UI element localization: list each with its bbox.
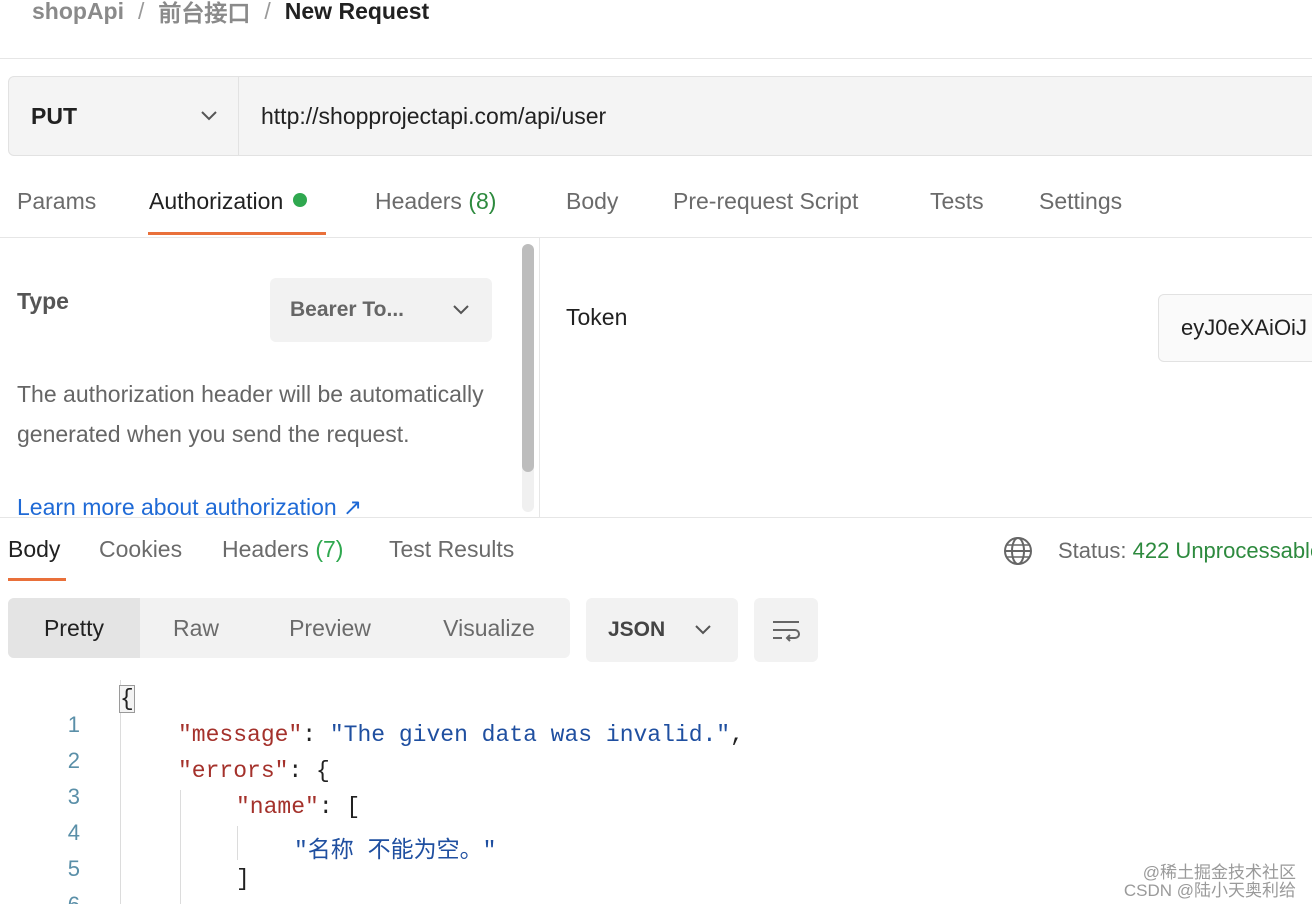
- divider: [0, 517, 1312, 518]
- active-tab-underline: [8, 578, 66, 581]
- tab-label: Cookies: [99, 536, 183, 562]
- chevron-down-icon: [453, 305, 469, 315]
- view-mode-selector: Pretty Raw Preview Visualize: [8, 598, 570, 658]
- tab-count: (7): [315, 536, 344, 562]
- request-name[interactable]: New Request: [285, 0, 429, 25]
- json-string: "名称 不能为空。": [294, 838, 497, 864]
- active-tab-underline: [148, 232, 326, 235]
- json-punct: : {: [288, 758, 330, 784]
- tab-label: Test Results: [389, 536, 515, 562]
- tab-label: Headers: [375, 188, 462, 214]
- view-visualize[interactable]: Visualize: [420, 598, 558, 658]
- active-indicator-dot: [293, 193, 308, 207]
- auth-type-value: Bearer To...: [290, 298, 404, 321]
- response-tab-body[interactable]: Body: [8, 536, 60, 563]
- code-line: 1 {: [0, 685, 1312, 737]
- view-raw[interactable]: Raw: [140, 598, 252, 658]
- json-key: "errors": [178, 758, 289, 784]
- json-string: "The given data was invalid.": [329, 722, 731, 748]
- tab-label: Pre-request Script: [673, 188, 859, 214]
- divider: [0, 58, 1312, 59]
- tab-pre-request-script[interactable]: Pre-request Script: [673, 188, 858, 215]
- auth-type-label: Type: [17, 288, 69, 314]
- chevron-down-icon: [201, 111, 217, 121]
- wrap-lines-button[interactable]: [754, 598, 818, 662]
- breadcrumb-folder[interactable]: 前台接口: [158, 0, 250, 28]
- format-label: JSON: [608, 618, 666, 641]
- response-body-viewer[interactable]: 1 { 2 "message": "The given data was inv…: [0, 680, 1312, 904]
- response-tab-headers[interactable]: Headers (7): [222, 536, 343, 563]
- view-preview[interactable]: Preview: [260, 598, 400, 658]
- method-label: PUT: [31, 102, 77, 129]
- tab-settings[interactable]: Settings: [1039, 188, 1122, 215]
- json-punct: :: [302, 722, 330, 748]
- json-brace: {: [119, 685, 135, 713]
- request-tabs: Params Authorization Headers (8) Body Pr…: [0, 170, 1312, 238]
- token-input[interactable]: eyJ0eXAiOiJ: [1158, 294, 1312, 362]
- json-key: "message": [178, 722, 303, 748]
- wrap-lines-icon: [773, 621, 800, 642]
- tab-label: Body: [8, 536, 61, 562]
- code-line: 3 "errors": {: [0, 758, 1312, 809]
- globe-icon[interactable]: [1002, 535, 1034, 567]
- code-line: 2 "message": "The given data was invalid…: [0, 722, 1312, 773]
- learn-more-link[interactable]: Learn more about authorization ↗: [17, 494, 362, 518]
- scrollbar-thumb[interactable]: [522, 244, 534, 472]
- auth-type-panel: Type Bearer To... The authorization head…: [0, 238, 540, 518]
- url-bar: PUT http://shopprojectapi.com/api/user: [8, 76, 1312, 156]
- json-bracket: ]: [236, 866, 250, 892]
- method-select[interactable]: PUT: [9, 77, 239, 155]
- code-line: 4 "name": [: [0, 794, 1312, 845]
- status-label: Status:: [1058, 538, 1127, 563]
- code-line: 6 ]: [0, 866, 1312, 904]
- breadcrumb-separator: /: [138, 0, 145, 24]
- tab-tests[interactable]: Tests: [930, 188, 984, 215]
- tab-label: Settings: [1039, 188, 1123, 214]
- tab-label: Headers: [222, 536, 309, 562]
- tab-body[interactable]: Body: [566, 188, 618, 215]
- json-key: "name": [236, 794, 319, 820]
- json-punct: ,: [730, 722, 744, 748]
- response-tab-test-results[interactable]: Test Results: [389, 536, 514, 563]
- response-tab-cookies[interactable]: Cookies: [99, 536, 182, 563]
- status-value[interactable]: 422 Unprocessable: [1133, 538, 1312, 563]
- response-status: Status: 422 Unprocessable: [1058, 538, 1312, 564]
- auth-description: The authorization header will be automat…: [17, 381, 484, 447]
- chevron-down-icon: [695, 625, 711, 635]
- line-number: 6: [40, 892, 80, 904]
- token-label: Token: [566, 304, 628, 330]
- url-input[interactable]: http://shopprojectapi.com/api/user: [239, 77, 1312, 155]
- view-pretty[interactable]: Pretty: [8, 598, 140, 658]
- tab-label: Body: [566, 188, 619, 214]
- tab-label: Tests: [930, 188, 984, 214]
- breadcrumb-workspace[interactable]: shopApi: [32, 0, 124, 25]
- tab-label: Authorization: [149, 188, 284, 214]
- format-select[interactable]: JSON: [586, 598, 738, 662]
- auth-type-select[interactable]: Bearer To...: [270, 278, 492, 342]
- tab-authorization[interactable]: Authorization: [149, 188, 308, 215]
- code-line: 5 "名称 不能为空。": [0, 830, 1312, 881]
- tab-label: Params: [17, 188, 97, 214]
- tab-params[interactable]: Params: [17, 188, 96, 215]
- watermark-csdn: CSDN @陆小天奥利给: [1123, 881, 1296, 900]
- breadcrumb: shopApi / 前台接口 / New Request: [32, 0, 429, 28]
- json-punct: : [: [318, 794, 361, 820]
- tab-headers[interactable]: Headers (8): [375, 188, 496, 215]
- tab-count: (8): [468, 188, 497, 214]
- breadcrumb-separator: /: [264, 0, 271, 24]
